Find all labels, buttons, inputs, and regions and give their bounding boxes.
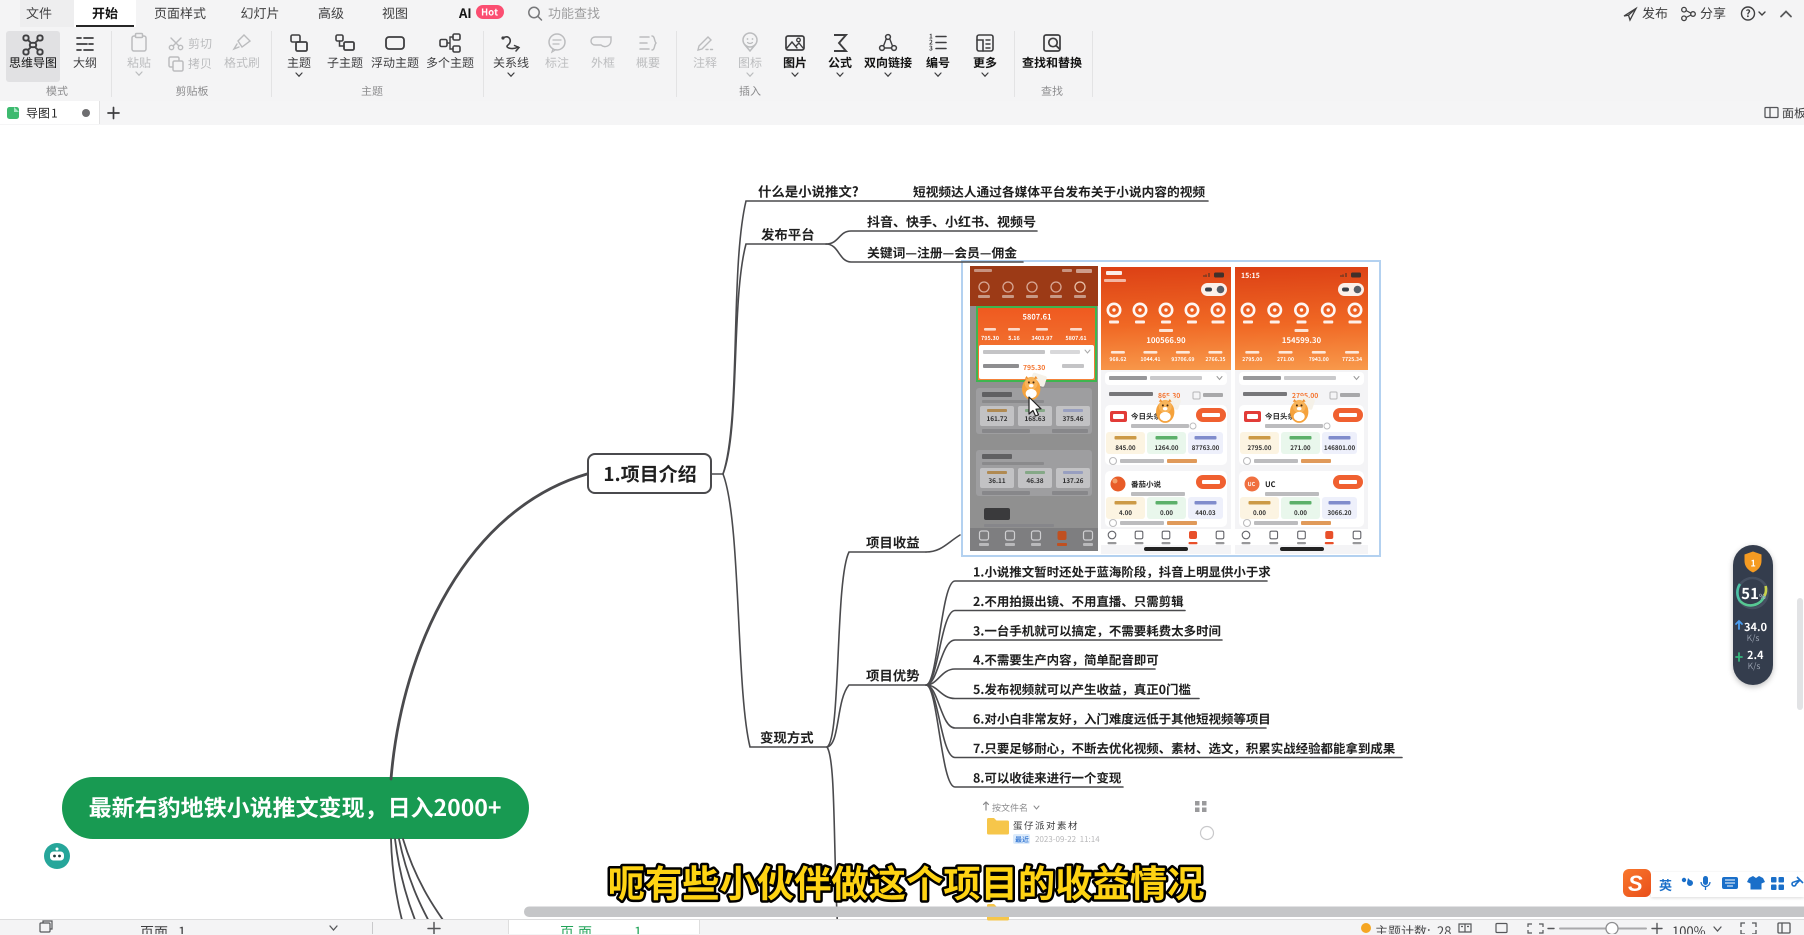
svg-text:S: S: [1628, 871, 1643, 896]
